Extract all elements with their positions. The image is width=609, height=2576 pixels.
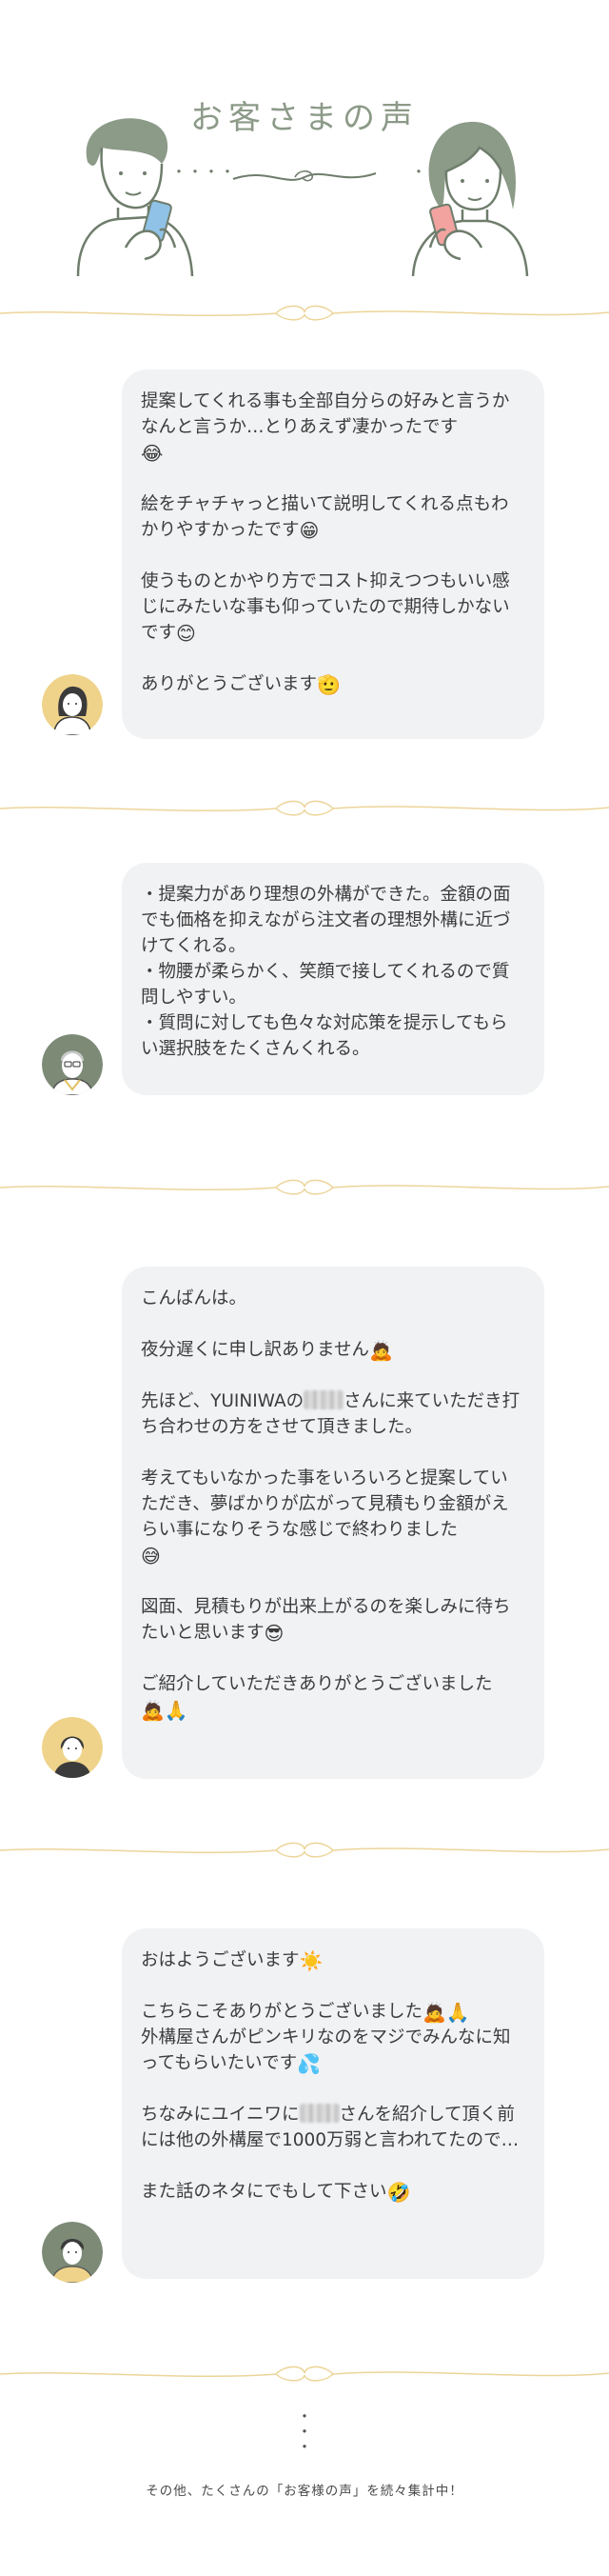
- review-paragraph: 図面、見積もりが出来上がるのを楽しみに待ちたいと思います😎: [141, 1597, 511, 1645]
- older-man-avatar: [42, 1034, 103, 1095]
- sun-emoji-icon: ☀️: [299, 1949, 324, 1972]
- rofl-emoji-icon: 🤣: [386, 2181, 411, 2204]
- sweat-droplets-emoji-icon: 💦: [297, 2052, 322, 2075]
- ornamental-divider: [0, 1179, 609, 1195]
- review-paragraph: ・提案力があり理想の外構ができた。金額の面でも価格を抑えながら注文者の理想外構に…: [141, 885, 511, 1059]
- ornamental-divider: [0, 1842, 609, 1858]
- footer-note: その他、たくさんの「お客様の声」を続々集計中！: [146, 2484, 463, 2499]
- redacted-name: [299, 2104, 340, 2123]
- review-paragraph: こちらこそありがとうございました🙇🙏: [141, 2001, 470, 2024]
- review-bubble: ・提案力があり理想の外構ができた。金額の面でも価格を抑えながら注文者の理想外構に…: [122, 863, 544, 1095]
- review-paragraph: ご紹介していただきありがとうございました 🙇🙏: [141, 1674, 493, 1722]
- ornamental-divider: [0, 800, 609, 816]
- bow-pray-emoji-icon: 🙇🙏: [141, 1699, 188, 1722]
- review-paragraph: 考えてもいなかった事をいろいろと提案していただき、夢ばかりが広がって見積もり金額…: [141, 1468, 509, 1568]
- bowing-emoji-icon: 🙇: [368, 1339, 393, 1362]
- man-with-phone-illustration: [76, 118, 194, 276]
- review-paragraph: 先ほど、YUINIWAの さんに来ていただき打ち合わせの方をさせて頂きました。: [141, 1390, 521, 1437]
- review-bubble: おはようございます☀️ こちらこそありがとうございました🙇🙏 外構屋さんがピンキ…: [122, 1928, 544, 2279]
- grinning-emoji-icon: 😁: [299, 519, 320, 542]
- review-paragraph: ちなみにユイニワに さんを紹介して頂く前には他の外構屋で1000万弱と言われてたの…: [141, 2104, 520, 2150]
- bow-pray-emoji-icon: 🙇🙏: [422, 2001, 470, 2024]
- review-bubble: こんばんは。 夜分遅くに申し訳ありません🙇 先ほど、YUINIWAの さんに来てい…: [122, 1267, 544, 1779]
- ornamental-divider: [0, 2366, 609, 2382]
- laughing-tears-emoji-icon: 😂: [141, 442, 164, 465]
- redacted-name: [304, 1390, 344, 1409]
- title-flourish-icon: [232, 170, 377, 182]
- salute-emoji-icon: 🫡: [317, 673, 341, 696]
- more-indicator: ・ ・ ・: [296, 2407, 312, 2456]
- review-paragraph: また話のネタにでもして下さい🤣: [141, 2181, 411, 2204]
- review-paragraph: 絵をチャチャっと描いて説明してくれる点もわかりやすかったです😁: [141, 494, 509, 542]
- review-paragraph: ありがとうございます🫡: [141, 673, 341, 696]
- review-paragraph: こんばんは。: [141, 1288, 247, 1308]
- review-paragraph: 提案してくれる事も全部自分らの好みと言うかなんと言うか…とりあえず凄かったです 😂: [141, 391, 510, 465]
- woman-avatar: [42, 674, 103, 735]
- review-paragraph: おはようございます☀️: [141, 1949, 324, 1972]
- sweat-smile-emoji-icon: 😅: [141, 1545, 161, 1568]
- hero-header: お客さまの声 ・・・・ ・・・・: [0, 0, 609, 295]
- sunglasses-emoji-icon: 😎: [264, 1622, 285, 1645]
- ornamental-divider: [0, 305, 609, 321]
- smiling-emoji-icon: 😊: [176, 622, 196, 645]
- review-paragraph: 外構屋さんがピンキリなのをマジでみんなに知ってもらいたいです💦: [141, 2027, 511, 2075]
- review-paragraph: 使うものとかやり方でコスト抑えつつもいい感じにみたいな事も仰っていたので期待しか…: [141, 571, 510, 645]
- review-paragraph: 夜分遅くに申し訳ありません🙇: [141, 1339, 393, 1362]
- young-man-avatar: [42, 2222, 103, 2283]
- woman-with-phone-illustration: [411, 121, 529, 276]
- young-woman-avatar: [42, 1717, 103, 1778]
- review-bubble: 提案してくれる事も全部自分らの好みと言うかなんと言うか…とりあえず凄かったです 😂…: [122, 369, 544, 739]
